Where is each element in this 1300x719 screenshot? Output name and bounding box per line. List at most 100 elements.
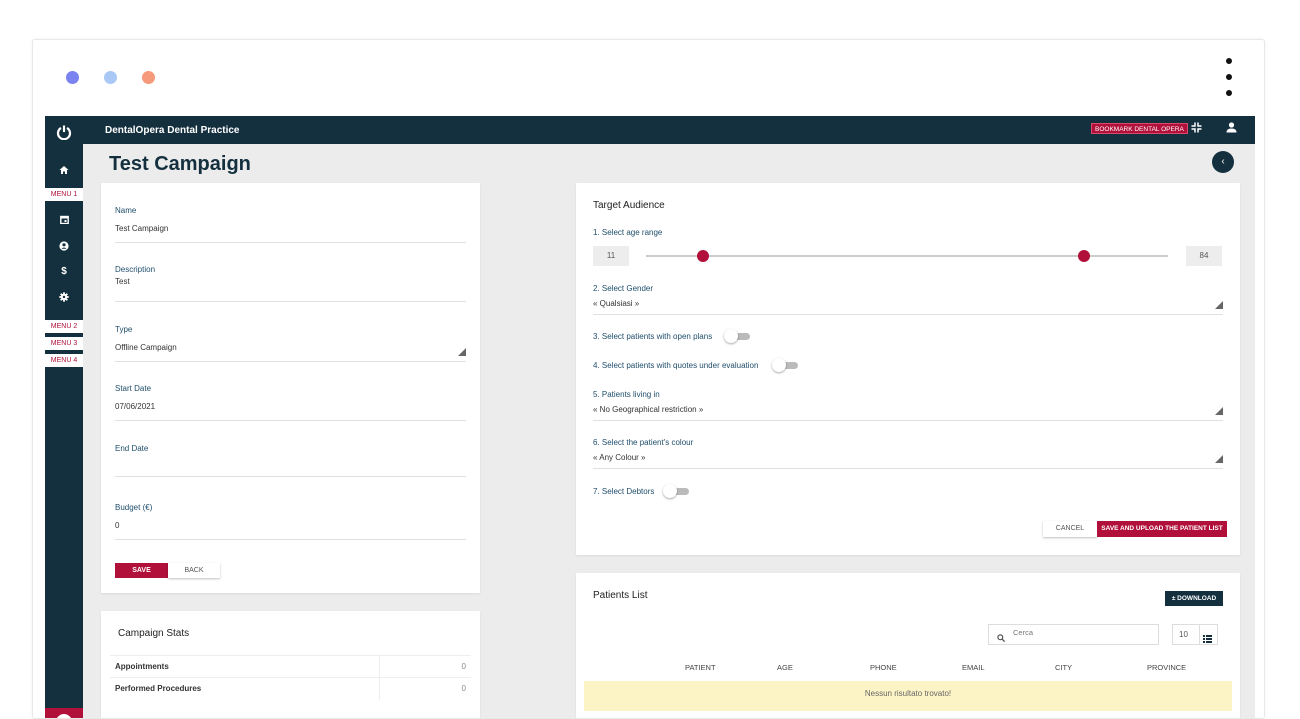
window-controls: [66, 71, 155, 84]
sidebar-bottom-button[interactable]: [45, 708, 83, 718]
living-label: 5. Patients living in: [593, 390, 660, 399]
quotes-label: 4. Select patients with quotes under eva…: [593, 361, 759, 370]
budget-field[interactable]: Budget (€) 0: [115, 503, 466, 540]
description-input[interactable]: Test: [115, 277, 466, 301]
dropdown-arrow-icon: [458, 348, 466, 356]
sidebar-menu-3[interactable]: MENU 3: [45, 337, 83, 350]
campaign-stats-card: Campaign Stats Appointments 0 Performed …: [101, 611, 480, 718]
living-value: « No Geographical restriction »: [593, 405, 704, 414]
campaign-form-card: Name Test Campaign Description Test Type…: [101, 183, 480, 593]
end-date-field[interactable]: End Date: [115, 444, 466, 477]
end-date-input[interactable]: [115, 462, 466, 471]
age-min-input[interactable]: 11: [593, 246, 629, 266]
column-patient[interactable]: PATIENT: [685, 663, 716, 672]
user-icon[interactable]: [1226, 122, 1237, 136]
column-city[interactable]: CITY: [1055, 663, 1072, 672]
settings-icon[interactable]: [45, 292, 83, 305]
stats-row-label: Appointments: [115, 662, 169, 671]
description-field[interactable]: Description Test: [115, 265, 466, 302]
column-phone[interactable]: PHONE: [870, 663, 897, 672]
age-max-handle[interactable]: [1078, 250, 1091, 262]
target-audience-card: Target Audience 1. Select age range 11 8…: [576, 183, 1240, 555]
debtors-toggle[interactable]: [663, 484, 689, 498]
description-label: Description: [115, 265, 156, 274]
stats-title: Campaign Stats: [118, 628, 190, 639]
sidebar: MENU 1 $ MENU 2 MENU 3 MENU 4: [45, 116, 83, 718]
search-input[interactable]: [1013, 628, 1153, 637]
type-value: Offline Campaign: [115, 343, 177, 352]
browser-window: MENU 1 $ MENU 2 MENU 3 MENU 4 DentalOper…: [32, 39, 1265, 719]
stats-row: Performed Procedures 0: [110, 677, 471, 700]
living-select[interactable]: « No Geographical restriction »: [593, 405, 1223, 421]
patients-title: Patients List: [593, 590, 648, 601]
home-icon[interactable]: [45, 165, 83, 178]
stats-row-label: Performed Procedures: [115, 684, 202, 693]
dropdown-arrow-icon: [1215, 301, 1223, 309]
colour-value: « Any Colour »: [593, 453, 646, 462]
dropdown-arrow-icon: [1215, 407, 1223, 415]
chevron-left-icon: ‹: [1221, 156, 1225, 167]
column-province[interactable]: PROVINCE: [1147, 663, 1186, 672]
gender-value: « Qualsiasi »: [593, 299, 640, 308]
list-view-icon: [1203, 630, 1212, 648]
bookmark-button[interactable]: BOOKMARK DENTAL OPERA: [1091, 123, 1188, 134]
patients-list-card: Patients List ± DOWNLOAD 10 PATIENT AGE …: [576, 573, 1240, 718]
type-select[interactable]: Type Offline Campaign: [115, 325, 466, 362]
dropdown-arrow-icon: [1215, 455, 1223, 463]
sidebar-menu-2[interactable]: MENU 2: [45, 320, 83, 333]
save-upload-button[interactable]: SAVE AND UPLOAD THE PATIENT LIST: [1097, 521, 1227, 537]
budget-input[interactable]: 0: [115, 521, 466, 539]
page-size-select[interactable]: 10: [1172, 624, 1218, 645]
avatar: [56, 714, 72, 718]
calendar-icon[interactable]: [45, 215, 83, 227]
sidebar-menu-4[interactable]: MENU 4: [45, 354, 83, 367]
open-plans-label: 3. Select patients with open plans: [593, 332, 713, 341]
stats-row-value: 0: [461, 662, 466, 671]
type-label: Type: [115, 325, 133, 334]
colour-label: 6. Select the patient's colour: [593, 438, 694, 447]
dollar-icon[interactable]: $: [45, 266, 83, 277]
end-date-label: End Date: [115, 444, 149, 453]
window-dot-3[interactable]: [142, 71, 155, 84]
window-dot-1[interactable]: [66, 71, 79, 84]
window-dot-2[interactable]: [104, 71, 117, 84]
compress-icon[interactable]: [1191, 122, 1202, 136]
collapse-panel-button[interactable]: ‹: [1212, 151, 1234, 173]
age-range-label: 1. Select age range: [593, 228, 663, 237]
back-button[interactable]: BACK: [168, 563, 220, 578]
colour-select[interactable]: « Any Colour »: [593, 453, 1223, 469]
top-bar: DentalOpera Dental Practice BOOKMARK DEN…: [83, 116, 1255, 144]
page-size-value: 10: [1179, 630, 1188, 639]
start-date-label: Start Date: [115, 384, 152, 393]
gender-select[interactable]: « Qualsiasi »: [593, 299, 1223, 315]
empty-results-message: Nessun risultato trovato!: [584, 681, 1232, 711]
age-min-handle[interactable]: [697, 250, 710, 262]
search-icon: [997, 629, 1006, 647]
sidebar-menu-1[interactable]: MENU 1: [45, 188, 83, 201]
page-title: Test Campaign: [109, 153, 251, 175]
gender-label: 2. Select Gender: [593, 284, 654, 293]
list-icon: [1199, 625, 1200, 644]
target-title: Target Audience: [593, 200, 665, 211]
start-date-field[interactable]: Start Date 07/06/2021: [115, 384, 466, 421]
column-email[interactable]: EMAIL: [962, 663, 985, 672]
open-plans-toggle[interactable]: [724, 329, 750, 343]
name-field[interactable]: Name Test Campaign: [115, 206, 466, 243]
stats-row: Appointments 0: [110, 655, 471, 678]
download-button[interactable]: ± DOWNLOAD: [1165, 591, 1223, 606]
budget-label: Budget (€): [115, 503, 153, 512]
account-icon[interactable]: [45, 241, 83, 254]
search-box[interactable]: [988, 624, 1159, 645]
save-button[interactable]: SAVE: [115, 563, 168, 578]
name-label: Name: [115, 206, 137, 215]
name-input[interactable]: Test Campaign: [115, 224, 466, 242]
app-container: MENU 1 $ MENU 2 MENU 3 MENU 4 DentalOper…: [45, 116, 1255, 718]
practice-name: DentalOpera Dental Practice: [105, 125, 240, 136]
column-age[interactable]: AGE: [777, 663, 793, 672]
start-date-input[interactable]: 07/06/2021: [115, 402, 466, 420]
power-icon[interactable]: [45, 124, 83, 143]
quotes-toggle[interactable]: [772, 358, 798, 372]
age-max-input[interactable]: 84: [1186, 246, 1222, 266]
more-options-icon[interactable]: [1226, 58, 1232, 96]
cancel-button[interactable]: CANCEL: [1043, 521, 1097, 537]
